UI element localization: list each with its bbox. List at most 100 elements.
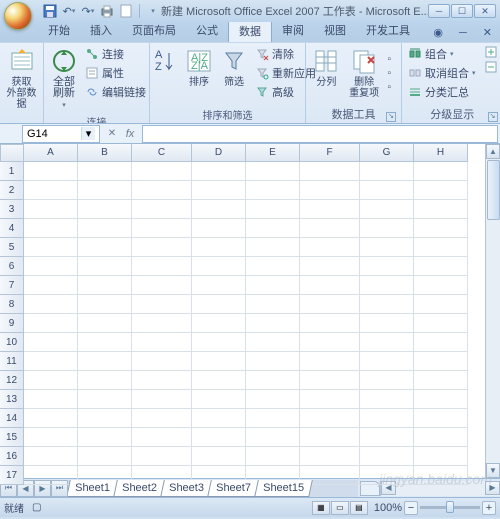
new-icon[interactable] bbox=[118, 3, 134, 19]
row-header[interactable]: 8 bbox=[0, 295, 24, 314]
hide-detail-icon[interactable] bbox=[483, 60, 499, 74]
row-header[interactable]: 3 bbox=[0, 200, 24, 219]
insert-function-icon[interactable]: fx bbox=[122, 126, 138, 142]
column-header[interactable]: B bbox=[78, 144, 132, 162]
tab-数据[interactable]: 数据 bbox=[228, 19, 272, 42]
sheet-tab[interactable]: Sheet3 bbox=[160, 480, 212, 497]
data-tools-more3-icon[interactable]: ▫ bbox=[385, 81, 397, 94]
zoom-level[interactable]: 100% bbox=[374, 502, 402, 514]
save-icon[interactable] bbox=[42, 3, 58, 19]
scroll-right-button[interactable]: ▶ bbox=[485, 481, 500, 495]
sheet-tab[interactable]: Sheet15 bbox=[254, 480, 313, 497]
cancel-formula-icon[interactable]: ✕ bbox=[104, 126, 120, 142]
row-header[interactable]: 12 bbox=[0, 371, 24, 390]
subtotal-button[interactable]: 分类汇总 bbox=[406, 83, 478, 101]
tab-开始[interactable]: 开始 bbox=[38, 19, 80, 42]
column-header[interactable]: E bbox=[246, 144, 300, 162]
row-header[interactable]: 16 bbox=[0, 447, 24, 466]
ribbon: 获取 外部数据 全部刷新▾ 连接 属性 编辑链接 连接 AZ A|ZZ|A排序 … bbox=[0, 42, 500, 124]
row-header[interactable]: 7 bbox=[0, 276, 24, 295]
row-header[interactable]: 11 bbox=[0, 352, 24, 371]
window-title: 新建 Microsoft Office Excel 2007 工作表 - Mic… bbox=[161, 3, 428, 19]
select-all-corner[interactable] bbox=[0, 144, 24, 162]
row-header[interactable]: 2 bbox=[0, 181, 24, 200]
zoom-in-button[interactable]: + bbox=[482, 501, 496, 515]
page-layout-view-button[interactable]: ▭ bbox=[331, 501, 349, 515]
ribbon-tabs: 开始插入页面布局公式数据审阅视图开发工具 ◉ ─ ✕ bbox=[0, 22, 500, 42]
undo-icon[interactable]: ↶▾ bbox=[61, 3, 77, 19]
name-box[interactable]: G14▾ bbox=[22, 125, 100, 143]
sheet-tab[interactable]: Sheet7 bbox=[207, 480, 259, 497]
row-header[interactable]: 13 bbox=[0, 390, 24, 409]
tab-审阅[interactable]: 审阅 bbox=[272, 19, 314, 42]
properties-button[interactable]: 属性 bbox=[83, 64, 148, 82]
column-header[interactable]: A bbox=[24, 144, 78, 162]
sort-button[interactable]: A|ZZ|A排序 bbox=[183, 45, 215, 90]
close-button[interactable]: ✕ bbox=[474, 4, 496, 18]
refresh-all-button[interactable]: 全部刷新▾ bbox=[48, 45, 80, 113]
title-bar: ↶▾ ↷▾ ▾ 新建 Microsoft Office Excel 2007 工… bbox=[0, 0, 500, 22]
formula-input[interactable] bbox=[142, 125, 498, 143]
data-tools-more-icon[interactable]: ▫ bbox=[385, 53, 397, 66]
tab-视图[interactable]: 视图 bbox=[314, 19, 356, 42]
remove-duplicates-button[interactable]: 删除 重复项 bbox=[346, 45, 383, 101]
zoom-slider[interactable] bbox=[420, 506, 480, 509]
formula-bar: G14▾ ✕ fx bbox=[0, 124, 500, 144]
edit-links-button[interactable]: 编辑链接 bbox=[83, 83, 148, 101]
print-icon[interactable] bbox=[99, 3, 115, 19]
minimize-ribbon-icon[interactable]: ─ bbox=[451, 24, 475, 42]
data-tools-launcher-icon[interactable]: ↘ bbox=[386, 112, 396, 122]
tab-插入[interactable]: 插入 bbox=[80, 19, 122, 42]
page-break-view-button[interactable]: ▤ bbox=[350, 501, 368, 515]
macro-record-icon[interactable]: ▢ bbox=[32, 502, 41, 513]
zoom-out-button[interactable]: − bbox=[404, 501, 418, 515]
column-header[interactable]: F bbox=[300, 144, 360, 162]
row-header[interactable]: 14 bbox=[0, 409, 24, 428]
row-header[interactable]: 1 bbox=[0, 162, 24, 181]
office-button[interactable] bbox=[0, 0, 34, 22]
scroll-up-button[interactable]: ▲ bbox=[486, 144, 500, 159]
sort-az-button[interactable]: AZ bbox=[154, 45, 180, 79]
help-icon[interactable]: ◉ bbox=[425, 23, 451, 42]
qat-customize-icon[interactable]: ▾ bbox=[145, 3, 161, 19]
row-header[interactable]: 10 bbox=[0, 333, 24, 352]
tab-页面布局[interactable]: 页面布局 bbox=[122, 19, 186, 42]
group-label-connections: 连接 bbox=[48, 113, 145, 124]
ungroup-button[interactable]: 取消组合 ▾ bbox=[406, 64, 478, 82]
maximize-button[interactable]: ☐ bbox=[451, 4, 473, 18]
group-label-outline: 分级显示↘ bbox=[406, 105, 499, 123]
connections-button[interactable]: 连接 bbox=[83, 45, 148, 63]
group-button[interactable]: 组合 ▾ bbox=[406, 45, 478, 63]
outline-launcher-icon[interactable]: ↘ bbox=[488, 112, 498, 122]
cells-area[interactable] bbox=[24, 162, 485, 478]
redo-icon[interactable]: ↷▾ bbox=[80, 3, 96, 19]
normal-view-button[interactable]: ▦ bbox=[312, 501, 330, 515]
name-box-dropdown-icon[interactable]: ▾ bbox=[81, 127, 95, 140]
status-text: 就绪 bbox=[4, 500, 24, 515]
scroll-thumb[interactable] bbox=[487, 160, 500, 220]
vertical-scrollbar[interactable]: ▲ ▼ bbox=[485, 144, 500, 478]
sheet-tab[interactable]: Sheet1 bbox=[68, 480, 119, 497]
column-header[interactable]: D bbox=[192, 144, 246, 162]
row-header[interactable]: 17 bbox=[0, 466, 24, 485]
row-header[interactable]: 4 bbox=[0, 219, 24, 238]
sheet-tab[interactable]: Sheet2 bbox=[113, 480, 165, 497]
get-external-data-button[interactable]: 获取 外部数据 bbox=[4, 45, 39, 112]
data-tools-more2-icon[interactable]: ▫ bbox=[385, 67, 397, 80]
row-header[interactable]: 9 bbox=[0, 314, 24, 333]
minimize-button[interactable]: ─ bbox=[428, 4, 450, 18]
row-header[interactable]: 5 bbox=[0, 238, 24, 257]
tab-公式[interactable]: 公式 bbox=[186, 19, 228, 42]
scroll-down-button[interactable]: ▼ bbox=[486, 463, 500, 478]
window-close-icon[interactable]: ✕ bbox=[475, 23, 500, 42]
filter-button[interactable]: 筛选 bbox=[218, 45, 250, 90]
row-header[interactable]: 15 bbox=[0, 428, 24, 447]
show-detail-icon[interactable] bbox=[483, 45, 499, 59]
tab-开发工具[interactable]: 开发工具 bbox=[356, 19, 420, 42]
text-to-columns-button[interactable]: 分列 bbox=[310, 45, 343, 90]
column-header[interactable]: C bbox=[132, 144, 192, 162]
column-header[interactable]: H bbox=[414, 144, 468, 162]
svg-text:A: A bbox=[155, 49, 163, 61]
column-header[interactable]: G bbox=[360, 144, 414, 162]
row-header[interactable]: 6 bbox=[0, 257, 24, 276]
